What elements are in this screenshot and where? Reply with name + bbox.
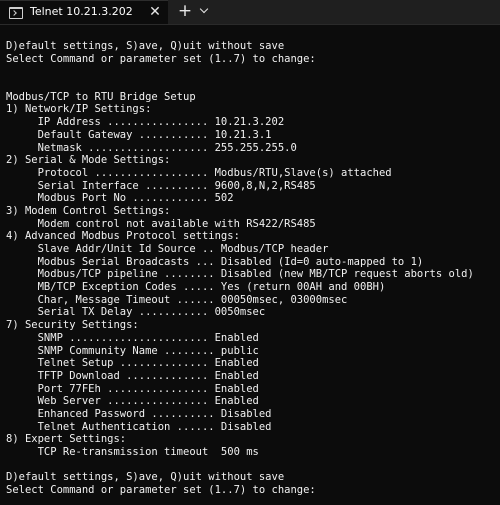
terminal-line: Telnet Authentication ...... Disabled <box>6 420 272 433</box>
terminal-line: Serial TX Delay ........... 0050msec <box>6 306 266 319</box>
terminal-line: SNMP Community Name ........ public <box>6 344 259 357</box>
terminal-line: SNMP ...................... Enabled <box>6 331 259 344</box>
tab-telnet[interactable]: Telnet 10.21.3.202 ✕ <box>0 0 168 24</box>
terminal-line: Default Gateway ........... 10.21.3.1 <box>6 128 272 141</box>
terminal-line: Port 77FEh ................ Enabled <box>6 382 259 395</box>
terminal-line: 3) Modem Control Settings: <box>6 204 171 217</box>
terminal-line: D)efault settings, S)ave, Q)uit without … <box>6 471 285 484</box>
terminal-line: 1) Network/IP Settings: <box>6 103 152 116</box>
terminal-line: Modbus Port No ............ 502 <box>6 192 234 205</box>
chevron-down-icon[interactable] <box>198 3 212 19</box>
terminal-line: Modbus Serial Broadcasts ... Disabled (I… <box>6 255 424 268</box>
terminal-line: Serial Interface .......... 9600,8,N,2,R… <box>6 179 316 192</box>
terminal-line: IP Address ................ 10.21.3.202 <box>6 116 285 129</box>
terminal-line: Modbus/TCP to RTU Bridge Setup <box>6 90 196 103</box>
terminal-line: Enhanced Password .......... Disabled <box>6 407 272 420</box>
terminal-window: Telnet 10.21.3.202 ✕ + D)efault settings… <box>0 0 500 505</box>
terminal-line: Telnet Setup .............. Enabled <box>6 357 259 370</box>
terminal-output[interactable]: D)efault settings, S)ave, Q)uit without … <box>6 40 498 497</box>
tab-bar: Telnet 10.21.3.202 ✕ + <box>0 0 500 25</box>
terminal-line: MB/TCP Exception Codes ..... Yes (return… <box>6 281 386 294</box>
terminal-line: Slave Addr/Unit Id Source .. Modbus/TCP … <box>6 243 329 255</box>
terminal-line: Netmask ................... 255.255.255.… <box>6 141 297 154</box>
terminal-line: TCP Re-transmission timeout 500 ms <box>6 446 259 458</box>
terminal-line: TFTP Download ............. Enabled <box>6 369 259 382</box>
plus-icon[interactable]: + <box>176 2 194 20</box>
terminal-line: 4) Advanced Modbus Protocol settings: <box>6 230 240 243</box>
tab-title: Telnet 10.21.3.202 <box>30 5 133 18</box>
close-icon[interactable]: ✕ <box>147 4 163 20</box>
terminal-line: Protocol .................. Modbus/RTU,S… <box>6 166 392 179</box>
terminal-line: 8) Expert Settings: <box>6 433 127 446</box>
terminal-line: 7) Security Settings: <box>6 319 139 332</box>
terminal-line: Select Command or parameter set (1..7) t… <box>6 52 316 65</box>
terminal-line: 2) Serial & Mode Settings: <box>6 154 171 167</box>
terminal-line: Select Command or parameter set (1..7) t… <box>6 484 316 497</box>
terminal-icon <box>9 7 23 19</box>
terminal-line: Char, Message Timeout ...... 00050msec, … <box>6 293 348 306</box>
terminal-line: D)efault settings, S)ave, Q)uit without … <box>6 40 285 52</box>
terminal-line: Web Server ................ Enabled <box>6 395 259 408</box>
terminal-line: Modbus/TCP pipeline ........ Disabled (n… <box>6 268 474 281</box>
terminal-line: Modem control not available with RS422/R… <box>6 217 316 230</box>
